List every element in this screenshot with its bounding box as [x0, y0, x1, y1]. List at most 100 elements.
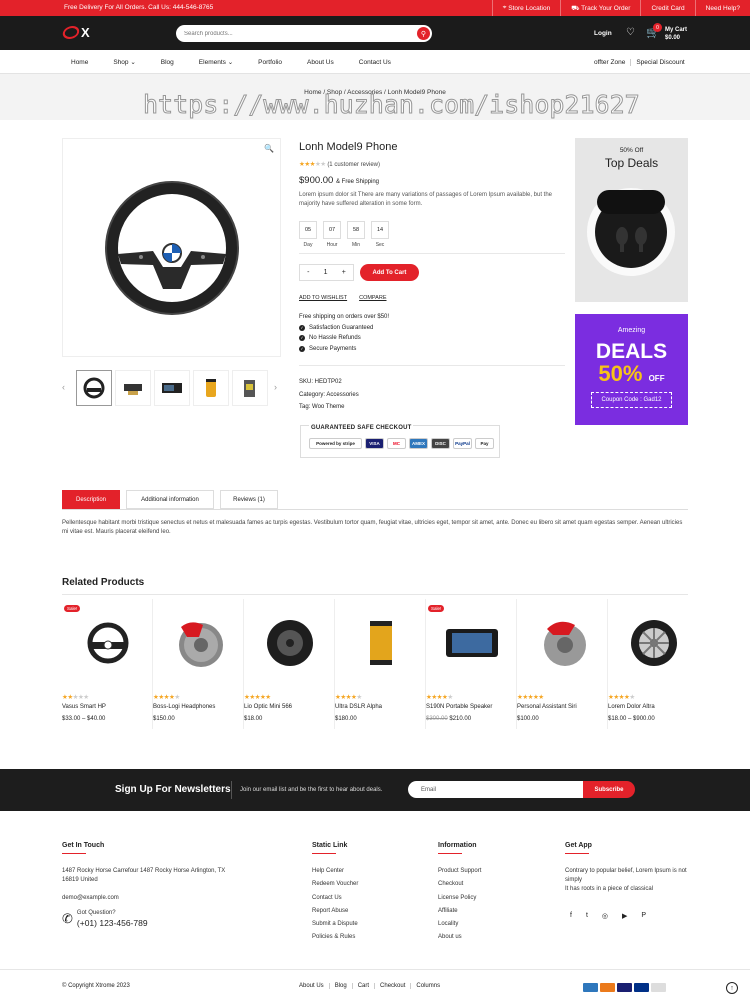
thumbnail[interactable]: [115, 370, 151, 406]
tab-description[interactable]: Description: [62, 490, 120, 509]
email-field[interactable]: Email: [408, 781, 584, 798]
product-card[interactable]: Sale! ★★★★★ S190N Portable Speaker $300.…: [426, 599, 517, 729]
footer-link[interactable]: Checkout: [438, 878, 481, 891]
twitter-icon[interactable]: t: [586, 912, 588, 920]
need-help-link[interactable]: Need Help?: [694, 0, 750, 16]
quantity-stepper[interactable]: - 1 +: [299, 264, 354, 281]
footer-link[interactable]: Policies & Rules: [312, 931, 358, 944]
zoom-icon[interactable]: 🔍: [264, 144, 274, 153]
nav-home[interactable]: Home: [71, 59, 88, 66]
nav-special-discount[interactable]: Special Discount: [636, 59, 684, 66]
search-icon[interactable]: ⚲: [417, 27, 430, 40]
add-to-cart-button[interactable]: Add To Cart: [360, 264, 419, 281]
site-logo[interactable]: X: [61, 25, 90, 40]
footer-email[interactable]: demo@example.com: [62, 894, 242, 903]
product-rating[interactable]: ★★★★★ (1 customer review): [299, 160, 380, 168]
nav-blog[interactable]: Blog: [161, 59, 174, 66]
nav-elements[interactable]: Elements ⌄: [199, 58, 233, 66]
tab-additional-information[interactable]: Additional information: [126, 490, 214, 509]
footer-link[interactable]: License Policy: [438, 892, 481, 905]
car-stereo-thumb: [445, 629, 498, 657]
product-price: $180.00: [335, 716, 357, 722]
thumb-next-icon[interactable]: ›: [274, 382, 277, 392]
divider: [299, 253, 565, 254]
footer-link[interactable]: Affiliate: [438, 905, 481, 918]
tag-link[interactable]: Tag: Woo Theme: [299, 401, 359, 414]
paypal-icon: PayPal: [453, 438, 472, 449]
facebook-icon[interactable]: f: [570, 912, 572, 920]
product-card[interactable]: ★★★★★ Ultra DSLR Alpha $180.00: [335, 599, 426, 729]
stripe-icon: Powered by stripe: [309, 438, 362, 449]
thumbnail[interactable]: [232, 370, 268, 406]
product-card[interactable]: ★★★★★ Lorem Dolor Altra $18.00 – $900.00: [608, 599, 688, 729]
youtube-icon[interactable]: ▶: [622, 912, 627, 920]
related-title: Related Products: [62, 577, 145, 588]
visa-icon: VISA: [365, 438, 384, 449]
bottom-link[interactable]: About Us: [299, 983, 330, 989]
top-deals-banner[interactable]: 50% Off Top Deals: [575, 138, 688, 302]
thumbnail-strip: ‹ ›: [62, 370, 281, 408]
footer-link[interactable]: Product Support: [438, 865, 481, 878]
sku: SKU: HEDTP02: [299, 379, 342, 385]
nav-contact[interactable]: Contact Us: [359, 59, 391, 66]
product-card[interactable]: ★★★★★ Lio Optic Mini 566 $18.00: [244, 599, 335, 729]
thumb-prev-icon[interactable]: ‹: [62, 382, 65, 392]
bottom-links: About Us Blog Cart Checkout Columns: [299, 983, 445, 989]
steering-wheel-thumb: [87, 622, 128, 664]
nav-about[interactable]: About Us: [307, 59, 334, 66]
footer-link[interactable]: Contact Us: [312, 892, 358, 905]
nav-portfolio[interactable]: Portfolio: [258, 59, 282, 66]
compare-link[interactable]: COMPARE: [359, 295, 386, 301]
pinterest-icon[interactable]: P: [641, 912, 646, 920]
thumbnail[interactable]: [193, 370, 229, 406]
wishlist-heart-icon[interactable]: ♡: [626, 27, 635, 38]
product-price: $18.00: [244, 716, 263, 722]
cart-icon[interactable]: 🛒 0: [646, 23, 662, 39]
rating-stars: ★★★★★: [244, 694, 271, 701]
category-link[interactable]: Category: Accessories: [299, 389, 359, 402]
tab-content: Pellentesque habitant morbi tristique se…: [62, 520, 683, 535]
bottom-link[interactable]: Blog: [330, 983, 353, 989]
footer-link[interactable]: Redeem Voucher: [312, 878, 358, 891]
earbuds-case-image: [587, 188, 675, 276]
instagram-icon[interactable]: ◎: [602, 912, 608, 920]
store-location-link[interactable]: ⌖ Store Location: [491, 0, 560, 16]
bottom-link[interactable]: Checkout: [375, 983, 412, 989]
qty-value[interactable]: 1: [324, 269, 328, 276]
product-name: Boss-Logi Headphones: [153, 704, 216, 710]
product-price: $150.00: [153, 716, 175, 722]
footer-link[interactable]: Submit a Dispute: [312, 918, 358, 931]
footer-link[interactable]: Locality: [438, 918, 481, 931]
shipping-info: Free shipping on orders over $50! ✓ Satis…: [299, 314, 390, 352]
bottom-link[interactable]: Cart: [353, 983, 376, 989]
discover-icon: DISC: [431, 438, 450, 449]
product-main-image[interactable]: 🔍: [62, 138, 281, 357]
copyright: © Copyright Xtrome 2023: [62, 983, 130, 989]
qty-minus-button[interactable]: -: [307, 269, 309, 276]
thumbnail[interactable]: [154, 370, 190, 406]
add-to-wishlist-link[interactable]: ADD TO WISHLIST: [299, 295, 347, 301]
login-link[interactable]: Login: [594, 30, 612, 37]
track-order-link[interactable]: ⛟ Track Your Order: [560, 0, 640, 16]
footer-link[interactable]: Report Abuse: [312, 905, 358, 918]
search-input[interactable]: [176, 25, 406, 42]
credit-card-link[interactable]: Credit Card: [640, 0, 694, 16]
back-to-top-icon[interactable]: ↑: [726, 982, 738, 994]
footer-link[interactable]: Help Center: [312, 865, 358, 878]
thumbnail[interactable]: [76, 370, 112, 406]
watermark-text: https://www.huzhan.com/ishop21627: [143, 90, 641, 120]
amazing-deals-banner[interactable]: Amezing DEALS 50% OFF Coupon Code : Gad1…: [575, 314, 688, 425]
qty-plus-button[interactable]: +: [342, 269, 346, 276]
subscribe-button[interactable]: Subscribe: [583, 781, 635, 798]
my-cart[interactable]: My Cart $0.00: [665, 26, 687, 42]
tab-reviews[interactable]: Reviews (1): [220, 490, 278, 509]
product-card[interactable]: Sale! ★★★★★ Vasus Smart HP $33.00 – $40.…: [62, 599, 153, 729]
nav-offer-zone[interactable]: offter Zone: [594, 58, 632, 66]
newsletter-title: Sign Up For Newsletters: [115, 784, 231, 795]
footer-link[interactable]: About us: [438, 931, 481, 944]
product-card[interactable]: ★★★★★ Boss-Logi Headphones $150.00: [153, 599, 244, 729]
bottom-link[interactable]: Columns: [411, 983, 445, 989]
brake-disc-thumb: [178, 622, 223, 667]
product-card[interactable]: ★★★★★ Personal Assistant Siri $100.00: [517, 599, 608, 729]
nav-shop[interactable]: Shop ⌄: [113, 58, 135, 66]
